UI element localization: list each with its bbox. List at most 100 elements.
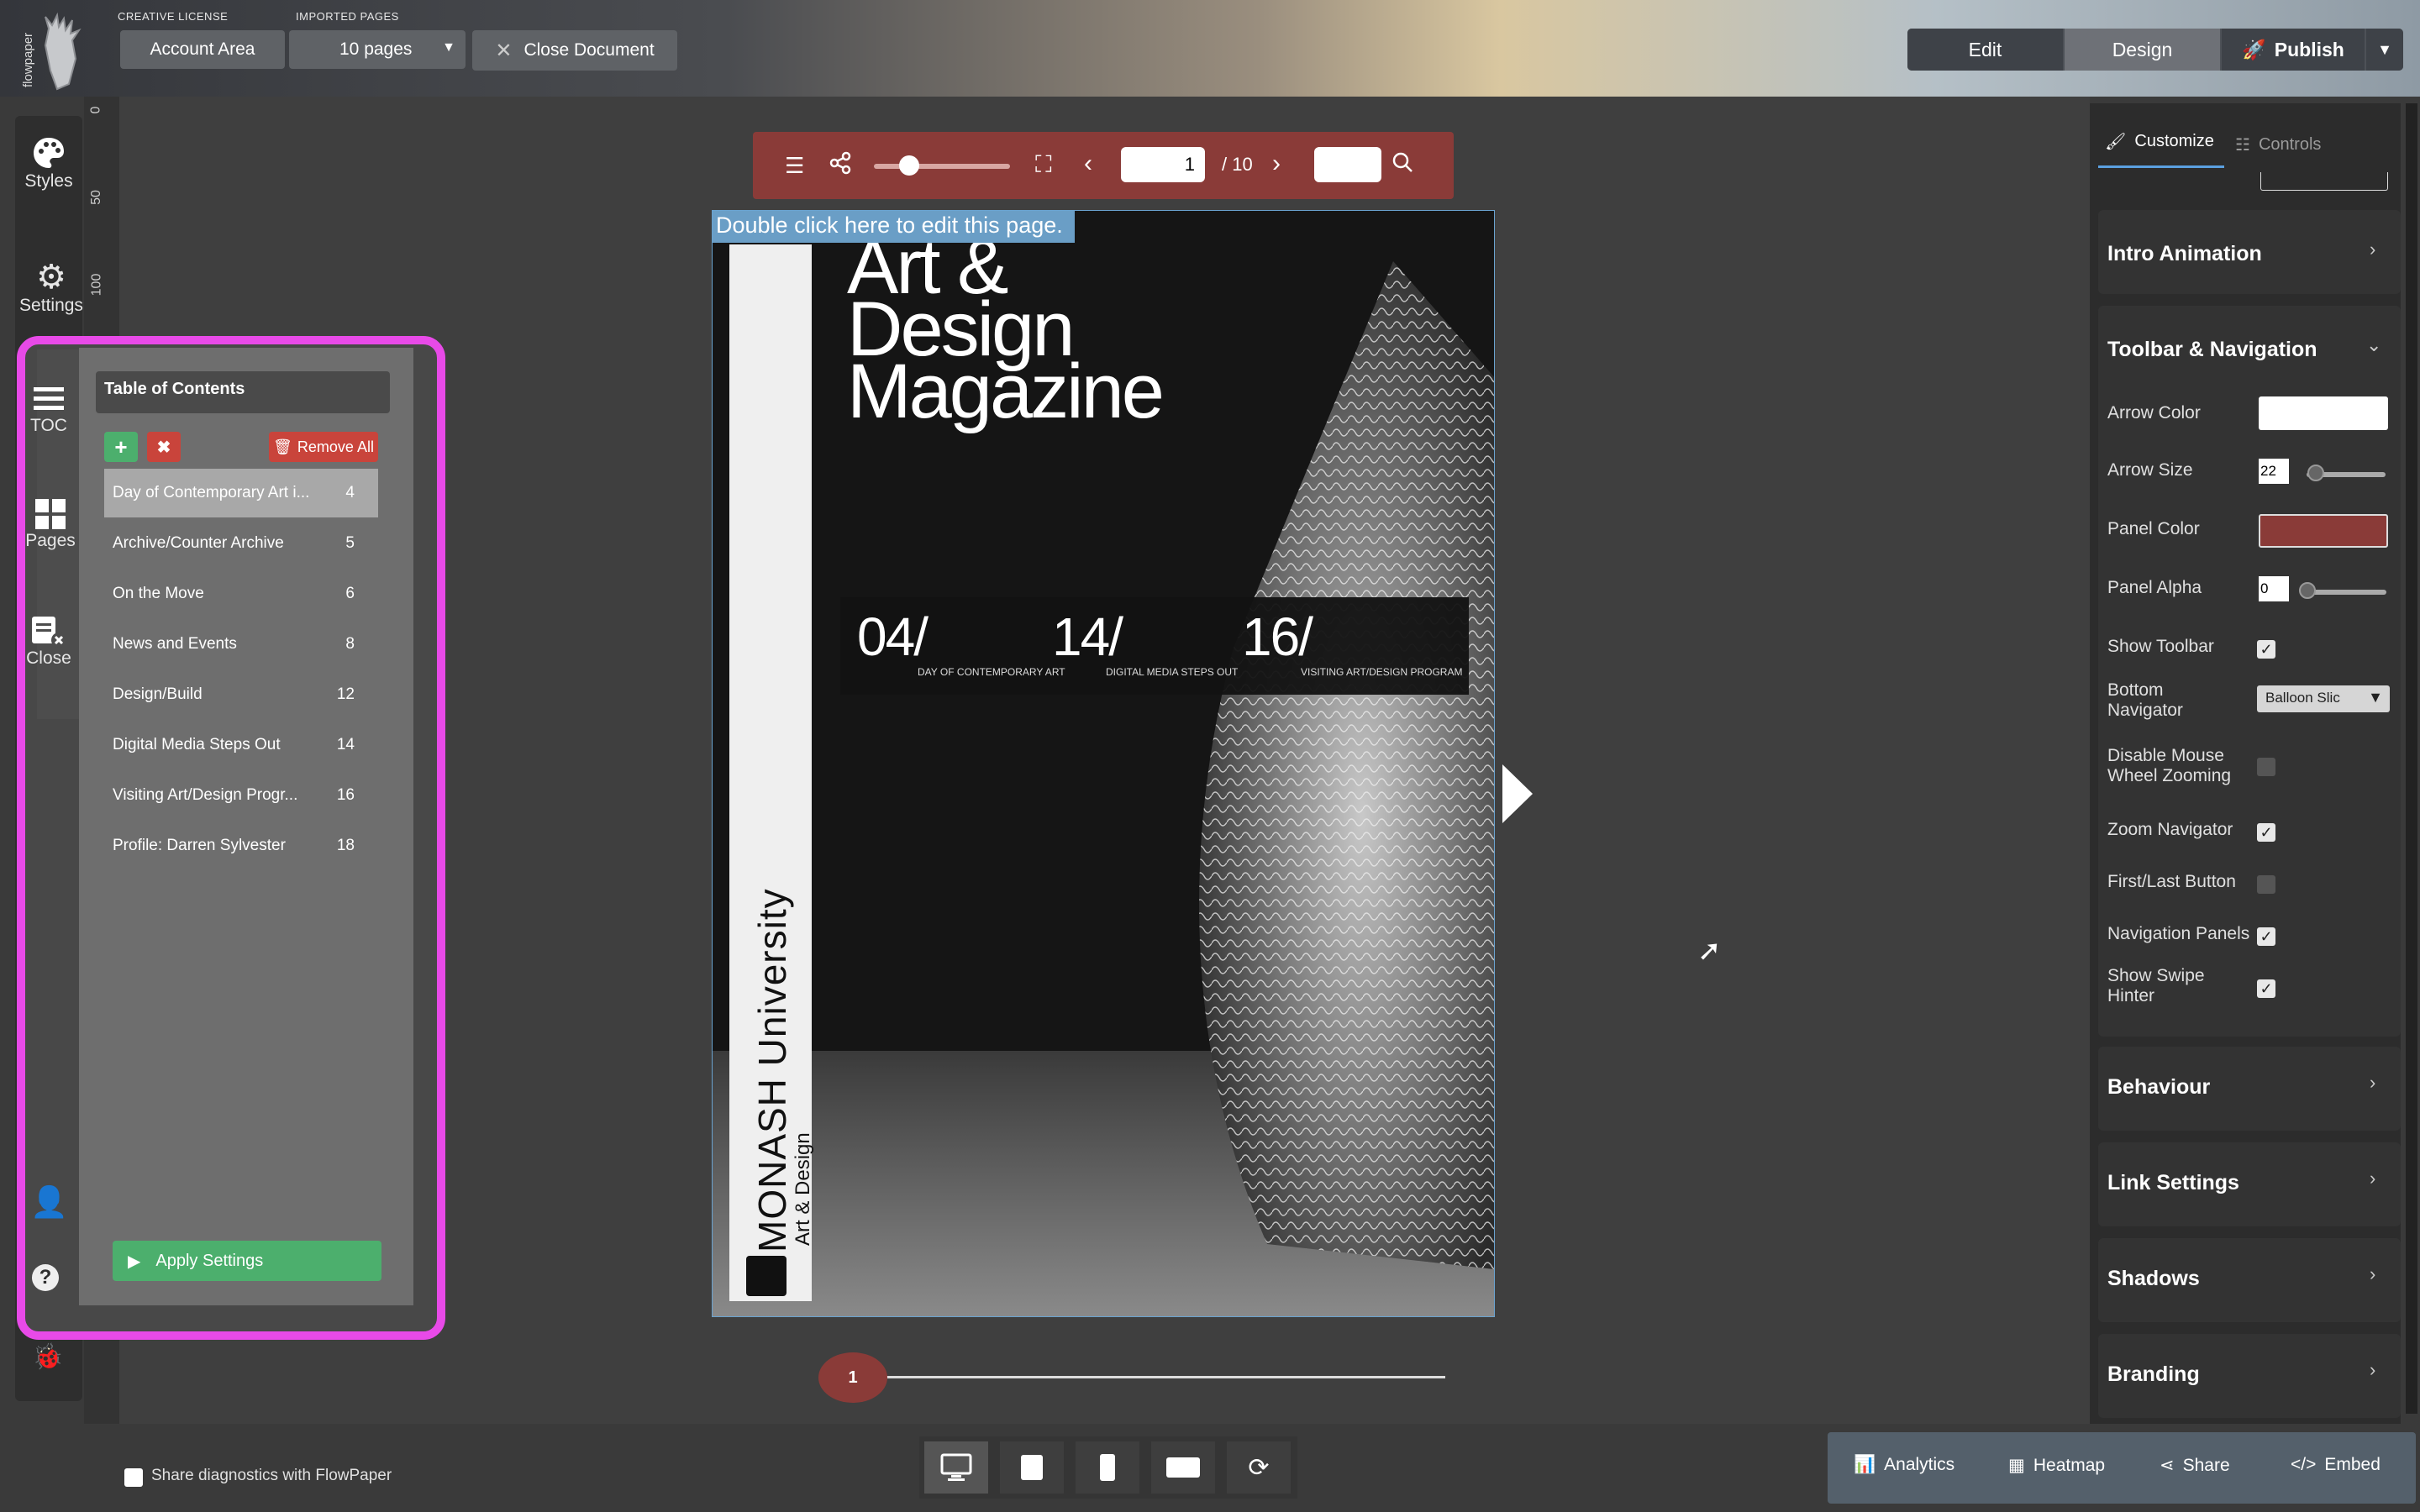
panel-color-swatch[interactable] — [2259, 514, 2388, 548]
next-page-arrow[interactable] — [1501, 763, 1534, 829]
share-icon[interactable] — [829, 151, 852, 179]
toc-item-label: Digital Media Steps Out — [113, 736, 281, 753]
cover-title: Art & Design Magazine — [847, 228, 1165, 430]
desktop-view-button[interactable] — [924, 1441, 988, 1494]
chevron-down-icon[interactable]: ⌄ — [2366, 334, 2381, 356]
refresh-button[interactable]: ⟳ — [1227, 1441, 1291, 1494]
analytics-label: Analytics — [1884, 1455, 1955, 1474]
right-panel-scrollbar[interactable] — [2406, 103, 2417, 1414]
toc-nav[interactable]: TOC — [24, 382, 74, 436]
first-last-checkbox[interactable] — [2257, 875, 2275, 894]
diagnostics-checkbox[interactable] — [124, 1468, 143, 1487]
close-icon: ✕ — [495, 39, 513, 62]
toc-item[interactable]: Digital Media Steps Out 14 — [104, 721, 378, 769]
tab-controls-label: Controls — [2258, 134, 2322, 154]
list-icon — [34, 387, 64, 410]
heatmap-icon: ▦ — [2008, 1456, 2025, 1475]
bottom-navigator-label: Bottom Navigator — [2107, 680, 2183, 720]
zoom-slider-knob[interactable] — [899, 155, 919, 176]
share-button[interactable]: ⋖ Share — [2160, 1455, 2230, 1476]
zoom-navigator-checkbox[interactable]: ✓ — [2257, 823, 2275, 842]
apply-settings-button[interactable]: ▶ Apply Settings — [113, 1241, 381, 1281]
arrow-size-input[interactable] — [2259, 459, 2289, 484]
pages-select[interactable]: 10 pages ▼ — [289, 30, 466, 69]
add-toc-item-button[interactable]: + — [104, 432, 138, 462]
toc-item[interactable]: Archive/Counter Archive 5 — [104, 519, 378, 568]
edit-button[interactable]: Edit — [1907, 29, 2063, 71]
toc-item[interactable]: Profile: Darren Sylvester 18 — [104, 822, 378, 870]
chevron-down-icon: ▼ — [2368, 689, 2383, 706]
brush-icon: 🖌 — [2105, 133, 2127, 151]
zoom-slider[interactable] — [874, 164, 1010, 169]
partial-color-field[interactable] — [2260, 172, 2388, 191]
phone-view-button[interactable] — [1076, 1441, 1139, 1494]
tablet-view-button[interactable] — [1000, 1441, 1064, 1494]
heatmap-button[interactable]: ▦ Heatmap — [2008, 1455, 2105, 1476]
embed-button[interactable]: </> Embed — [2291, 1455, 2381, 1475]
search-input[interactable] — [1314, 147, 1381, 182]
bottom-navigator-select[interactable]: Balloon Slic ▼ — [2257, 685, 2390, 712]
tab-customize[interactable]: 🖌 Customize — [2098, 118, 2224, 168]
mouse-cursor: ➚ — [1697, 935, 1722, 967]
landscape-view-button[interactable] — [1151, 1441, 1215, 1494]
close-document-button[interactable]: ✕ Close Document — [472, 30, 677, 71]
close-nav[interactable]: Close — [24, 615, 74, 669]
arrow-size-knob[interactable] — [2307, 465, 2324, 481]
remove-all-button[interactable]: 🗑 Remove All — [269, 432, 378, 462]
show-toolbar-checkbox[interactable]: ✓ — [2257, 640, 2275, 659]
magazine-page[interactable]: MONASH University Art & Design Art & Des… — [712, 210, 1495, 1317]
spine-title: MONASH University — [750, 888, 794, 1252]
section-title: Link Settings — [2107, 1171, 2239, 1194]
toc-label: TOC — [30, 416, 67, 435]
fullscreen-icon[interactable]: ⛶ — [1035, 151, 1052, 179]
chevron-right-icon: › — [2370, 1168, 2376, 1189]
design-button[interactable]: Design — [2065, 29, 2220, 71]
toc-item-page: 18 — [336, 837, 355, 854]
page-number-input[interactable] — [1121, 147, 1205, 182]
toc-item-label: Design/Build — [113, 685, 203, 703]
bar-chart-icon: 📊 — [1854, 1455, 1876, 1474]
creative-license-label: CREATIVE LICENSE — [118, 10, 229, 23]
desktop-icon — [940, 1453, 972, 1481]
toc-list-icon[interactable]: ☰ — [785, 153, 804, 179]
next-page-icon[interactable]: › — [1272, 150, 1281, 178]
account-area-button[interactable]: Account Area — [120, 30, 285, 69]
toc-item[interactable]: Visiting Art/Design Progr... 16 — [104, 771, 378, 820]
refresh-icon: ⟳ — [1248, 1453, 1270, 1482]
flowpaper-logo[interactable]: flowpaper — [20, 12, 96, 92]
panel-color-label: Panel Color — [2107, 519, 2200, 538]
help-icon[interactable]: ? — [32, 1264, 59, 1291]
disable-mouse-wheel-label: Disable Mouse Wheel Zooming — [2107, 746, 2232, 785]
toc-item[interactable]: Day of Contemporary Art i... 4 — [104, 469, 378, 517]
analytics-button[interactable]: 📊 Analytics — [1854, 1455, 1954, 1475]
arrow-color-swatch[interactable] — [2259, 396, 2388, 430]
settings-nav[interactable]: ⚙ Settings — [15, 259, 87, 316]
nav-panels-checkbox[interactable]: ✓ — [2257, 927, 2275, 946]
heatmap-label: Heatmap — [2033, 1455, 2106, 1475]
prev-page-icon[interactable]: ‹ — [1084, 150, 1092, 178]
disable-mouse-wheel-checkbox[interactable] — [2257, 758, 2275, 776]
panel-alpha-knob[interactable] — [2299, 582, 2316, 599]
delete-toc-item-button[interactable]: ✖ — [147, 432, 181, 462]
toc-item[interactable]: Design/Build 12 — [104, 670, 378, 719]
pages-nav[interactable]: Pages — [25, 497, 76, 551]
publish-dropdown[interactable]: ▼ — [2366, 29, 2403, 71]
tab-controls[interactable]: ☷ Controls — [2235, 122, 2321, 167]
edit-page-hint[interactable]: Double click here to edit this page. — [713, 211, 1075, 243]
publish-button[interactable]: 🚀 Publish — [2222, 29, 2365, 71]
user-icon[interactable]: 👤 — [30, 1184, 68, 1220]
bottom-navigator-balloon[interactable]: 1 — [818, 1352, 887, 1403]
document-close-icon — [32, 617, 66, 648]
section-title[interactable]: Toolbar & Navigation — [2107, 338, 2317, 362]
search-icon[interactable] — [1392, 151, 1413, 177]
panel-alpha-input[interactable] — [2259, 576, 2289, 601]
bug-icon[interactable]: 🐞 — [32, 1342, 63, 1372]
styles-nav[interactable]: Styles — [15, 134, 82, 192]
chevron-right-icon: › — [2370, 239, 2376, 260]
toc-item[interactable]: News and Events 8 — [104, 620, 378, 669]
bottom-navigator-track[interactable] — [874, 1376, 1445, 1378]
section-title: Behaviour — [2107, 1075, 2211, 1099]
swipe-hinter-checkbox[interactable]: ✓ — [2257, 979, 2275, 998]
toc-item[interactable]: On the Move 6 — [104, 570, 378, 618]
grid-icon — [35, 499, 66, 529]
